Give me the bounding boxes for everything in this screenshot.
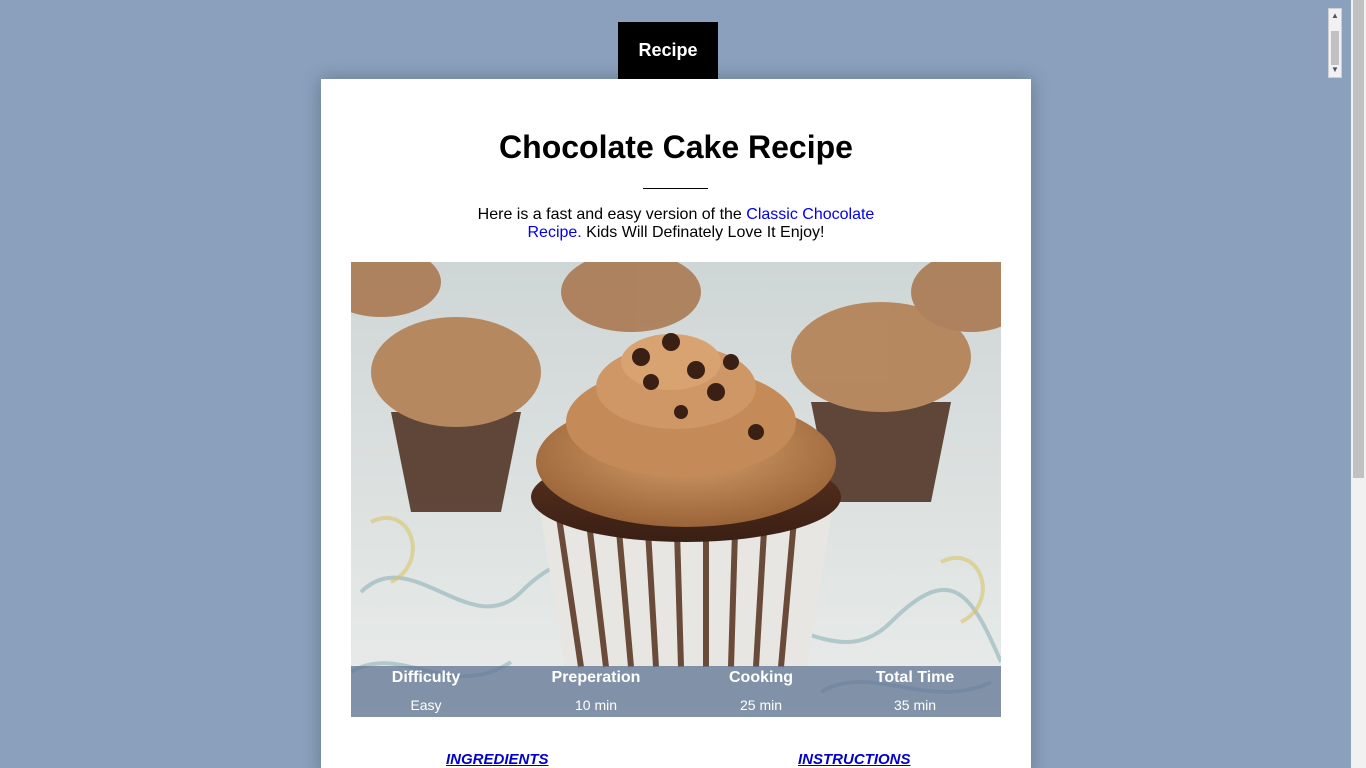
- recipe-stats-bar: Difficulty Easy Preperation 10 min Cooki…: [351, 666, 1001, 717]
- recipe-card: Chocolate Cake Recipe Here is a fast and…: [321, 79, 1031, 768]
- recipe-tab-label: Recipe: [638, 40, 698, 60]
- cupcake-illustration: [351, 262, 1001, 717]
- page-scrollbar-thumb[interactable]: [1353, 0, 1364, 478]
- recipe-intro: Here is a fast and easy version of the C…: [471, 206, 881, 242]
- scroll-down-icon[interactable]: ▼: [1329, 63, 1341, 77]
- stat-preparation: Preperation 10 min: [521, 666, 671, 717]
- frame-scrollbar[interactable]: ▲ ▼: [1328, 8, 1342, 78]
- page-scrollbar[interactable]: [1351, 0, 1366, 768]
- stat-total-time: Total Time 35 min: [840, 666, 990, 717]
- recipe-tab[interactable]: Recipe: [618, 22, 718, 79]
- stat-preparation-value: 10 min: [574, 697, 618, 713]
- stat-preparation-label: Preperation: [551, 669, 641, 686]
- stat-total-time-value: 35 min: [893, 697, 937, 713]
- stat-difficulty: Difficulty Easy: [351, 666, 501, 717]
- intro-text-after: Kids Will Definately Love It Enjoy!: [581, 224, 825, 241]
- intro-text-before: Here is a fast and easy version of the: [477, 206, 747, 223]
- cupcake-image: Difficulty Easy Preperation 10 min Cooki…: [351, 262, 1001, 717]
- scroll-up-icon[interactable]: ▲: [1329, 9, 1341, 23]
- title-divider: [643, 188, 708, 189]
- page-title: Chocolate Cake Recipe: [499, 129, 853, 165]
- stat-difficulty-value: Easy: [410, 697, 442, 713]
- stat-cooking: Cooking 25 min: [686, 666, 836, 717]
- instructions-heading[interactable]: INSTRUCTIONS: [798, 751, 911, 768]
- stat-difficulty-label: Difficulty: [391, 669, 461, 686]
- ingredients-heading[interactable]: INGREDIENTS: [446, 751, 549, 768]
- stat-cooking-label: Cooking: [729, 669, 793, 686]
- stat-total-time-label: Total Time: [875, 669, 955, 686]
- page: Recipe Chocolate Cake Recipe Here is a f…: [0, 0, 1366, 768]
- stat-cooking-value: 25 min: [739, 697, 783, 713]
- frame-scrollbar-thumb[interactable]: [1331, 31, 1339, 65]
